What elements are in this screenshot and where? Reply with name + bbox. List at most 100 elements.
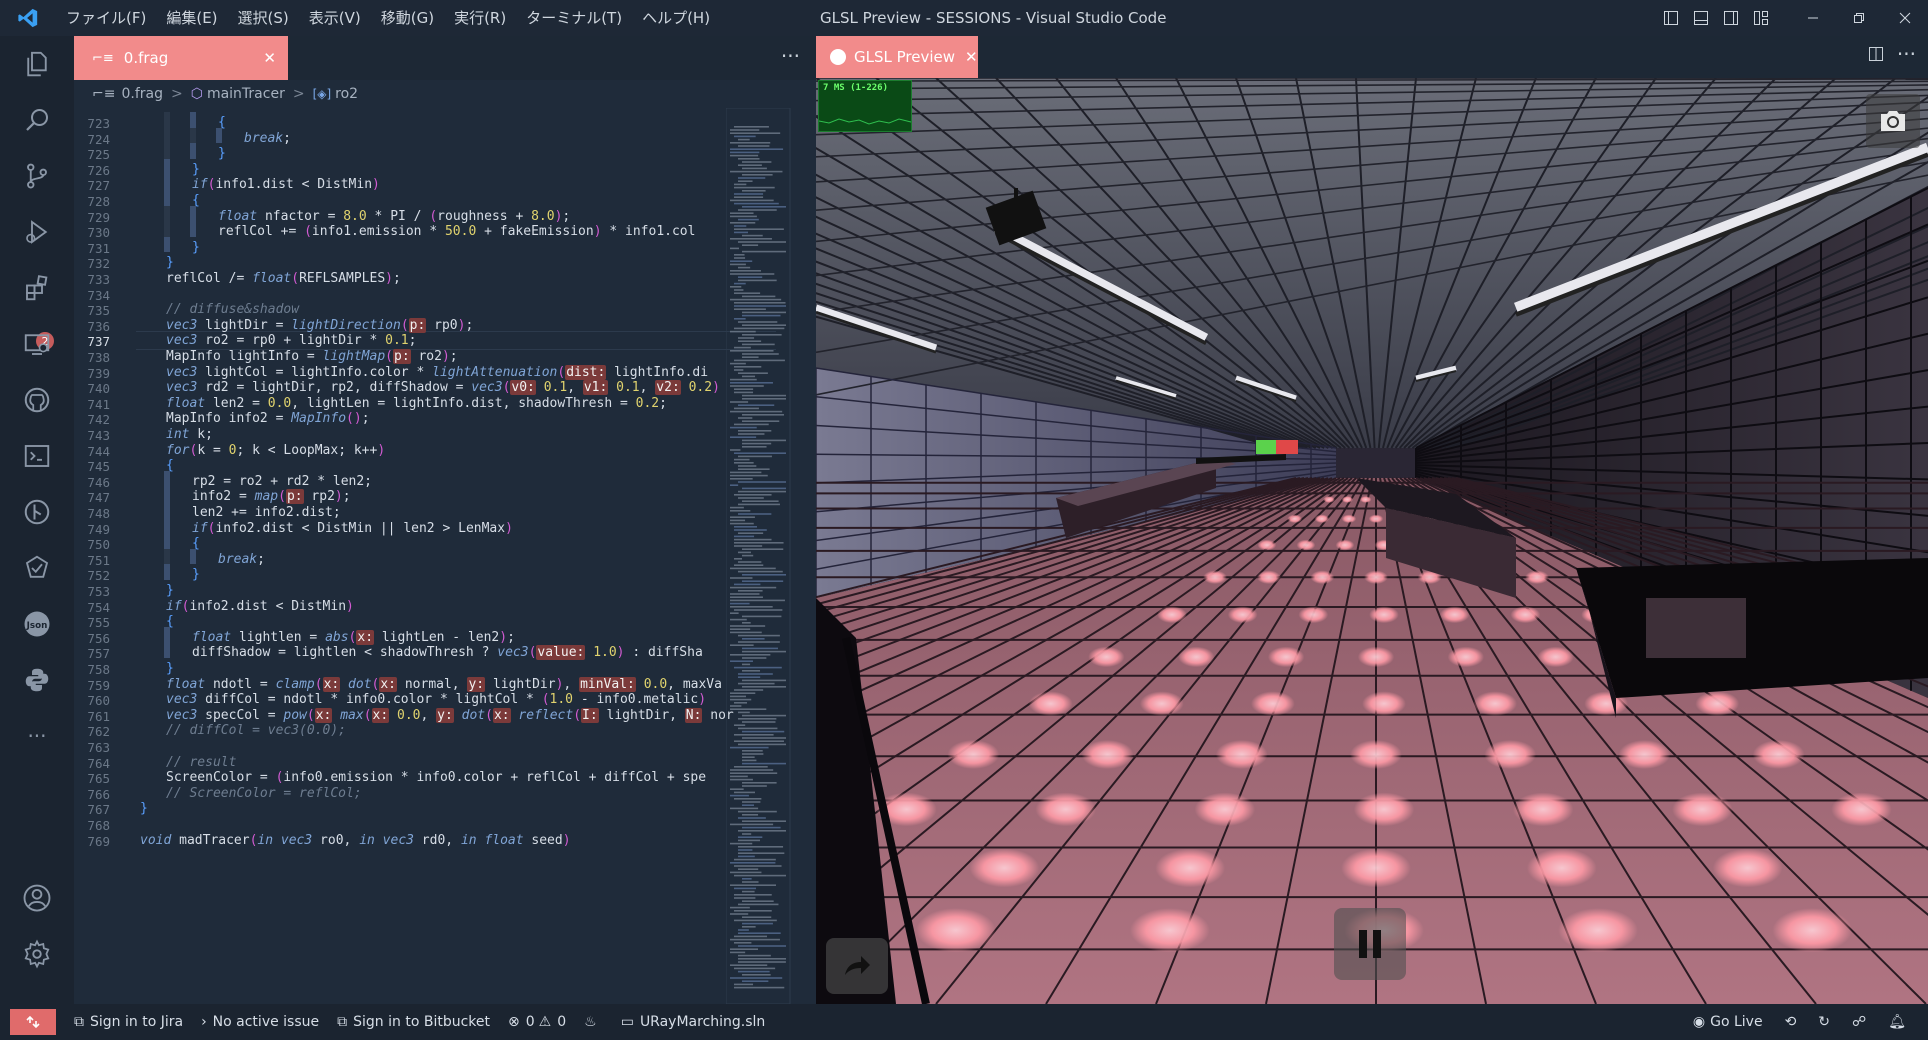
source-control-icon[interactable]: [0, 148, 74, 204]
close-preview-tab-icon[interactable]: ✕: [965, 48, 978, 66]
code-line[interactable]: if(info2.dist < DistMin): [166, 599, 354, 614]
code-line[interactable]: break;: [218, 552, 265, 567]
code-line[interactable]: float nfactor = 8.0 * PI / (roughness + …: [218, 209, 570, 224]
code-line[interactable]: // diffuse&shadow: [166, 302, 299, 317]
code-line[interactable]: reflCol /= float(REFLSAMPLES);: [166, 271, 401, 286]
breadcrumb-function[interactable]: mainTracer: [207, 86, 285, 102]
code-line[interactable]: }: [166, 661, 174, 676]
code-line[interactable]: vec3 lightDir = lightDirection(p: rp0);: [166, 317, 473, 333]
breadcrumb-variable[interactable]: ro2: [335, 86, 358, 102]
close-window-icon[interactable]: [1882, 0, 1928, 36]
preview-more-actions-icon[interactable]: ···: [1897, 42, 1916, 66]
github-icon[interactable]: [0, 372, 74, 428]
close-tab-icon[interactable]: ✕: [263, 49, 276, 67]
code-line[interactable]: }: [166, 583, 174, 598]
code-line[interactable]: for(k = 0; k < LoopMax; k++): [166, 443, 385, 458]
code-line[interactable]: info2 = map(p: rp2);: [192, 489, 351, 505]
bitbucket-status-item[interactable]: ⧉ Sign in to Bitbucket: [337, 1014, 490, 1030]
menu-item-3[interactable]: 表示(V): [299, 0, 371, 36]
menu-item-6[interactable]: ターミナル(T): [516, 0, 632, 36]
code-line[interactable]: rp2 = ro2 + rd2 * len2;: [192, 474, 372, 489]
code-line[interactable]: vec3 lightCol = lightInfo.color * lightA…: [166, 364, 708, 380]
share-button[interactable]: [826, 938, 888, 994]
settings-gear-icon[interactable]: [0, 926, 74, 982]
problems-status-item[interactable]: ⊗ 0 ⚠ 0: [508, 1014, 566, 1030]
line-number: 731: [87, 240, 110, 256]
toggle-secondary-sidebar-icon[interactable]: [1716, 0, 1746, 36]
issue-label: No active issue: [212, 1014, 320, 1030]
run-debug-icon[interactable]: [0, 204, 74, 260]
minimize-icon[interactable]: [1790, 0, 1836, 36]
code-line[interactable]: // diffCol = vec3(0.0);: [166, 723, 346, 738]
menu-item-1[interactable]: 編集(E): [156, 0, 227, 36]
notifications-bell-icon[interactable]: 🔔︎: [1888, 1014, 1906, 1030]
code-line[interactable]: }: [140, 801, 148, 816]
menu-item-7[interactable]: ヘルプ(H): [632, 0, 720, 36]
feedback-icon[interactable]: ☍: [1852, 1014, 1866, 1030]
toggle-primary-sidebar-icon[interactable]: [1656, 0, 1686, 36]
code-line[interactable]: // ScreenColor = reflCol;: [166, 786, 362, 801]
terminal-icon[interactable]: [0, 428, 74, 484]
code-line[interactable]: vec3 ro2 = rp0 + lightDir * 0.1;: [166, 333, 416, 348]
code-line[interactable]: vec3 diffCol = ndotl * info0.color * lig…: [166, 692, 706, 707]
search-icon[interactable]: [0, 92, 74, 148]
code-line[interactable]: float lightlen = abs(x: lightLen - len2)…: [192, 629, 515, 645]
screenshot-camera-icon[interactable]: [1866, 94, 1920, 148]
breadcrumb-file[interactable]: 0.frag: [121, 86, 163, 102]
git-graph-icon[interactable]: [0, 484, 74, 540]
testing-icon[interactable]: [0, 540, 74, 596]
code-line[interactable]: int k;: [166, 427, 213, 442]
code-line[interactable]: }: [166, 255, 174, 270]
split-editor-icon[interactable]: [1868, 46, 1884, 66]
code-line[interactable]: diffShadow = lightlen < shadowThresh ? v…: [192, 645, 703, 661]
issue-status-item[interactable]: › No active issue: [201, 1014, 319, 1030]
code-line[interactable]: len2 += info2.dist;: [192, 505, 341, 520]
sync-icon[interactable]: ↻: [1818, 1014, 1830, 1030]
menu-item-4[interactable]: 移動(G): [371, 0, 444, 36]
solution-status-item[interactable]: ▭ URayMarching.sln: [621, 1014, 766, 1030]
code-line[interactable]: if(info1.dist < DistMin): [192, 177, 380, 192]
code-line[interactable]: break;: [244, 131, 291, 146]
code-line[interactable]: // result: [166, 755, 236, 770]
toggle-panel-icon[interactable]: [1686, 0, 1716, 36]
code-line[interactable]: }: [192, 162, 200, 177]
code-line[interactable]: MapInfo lightInfo = lightMap(p: ro2);: [166, 349, 458, 364]
editor-more-actions-icon[interactable]: ···: [781, 44, 800, 68]
explorer-icon[interactable]: [0, 36, 74, 92]
flame-status-item[interactable]: ♨: [584, 1014, 603, 1030]
editor-tab-0-frag[interactable]: ⌐≡ 0.frag ✕: [74, 36, 288, 80]
code-area[interactable]: {break;}} if(info1.dist < DistMin){float …: [136, 108, 776, 1004]
code-line[interactable]: }: [192, 240, 200, 255]
code-line[interactable]: void madTracer(in vec3 ro0, in vec3 rd0,…: [140, 833, 571, 848]
minimap[interactable]: [725, 107, 816, 1005]
menu-item-5[interactable]: 実行(R): [444, 0, 516, 36]
restore-icon[interactable]: [1836, 0, 1882, 36]
pause-button[interactable]: [1334, 908, 1406, 980]
live-share-icon[interactable]: ⟲: [1785, 1014, 1797, 1030]
go-live-status-item[interactable]: ◉ Go Live: [1693, 1014, 1763, 1030]
menu-item-2[interactable]: 選択(S): [228, 0, 299, 36]
code-line[interactable]: reflCol += (info1.emission * 50.0 + fake…: [218, 224, 695, 239]
shader-render-canvas[interactable]: 7 MS (1-226): [816, 78, 1928, 1004]
json-icon[interactable]: Json: [0, 596, 74, 652]
account-icon[interactable]: [0, 870, 74, 926]
customize-layout-icon[interactable]: [1746, 0, 1776, 36]
code-line[interactable]: }: [218, 146, 226, 161]
code-line[interactable]: vec3 rd2 = lightDir, rp2, diffShadow = v…: [166, 380, 720, 396]
code-line[interactable]: }: [192, 567, 200, 582]
code-line[interactable]: if(info2.dist < DistMin || len2 > LenMax…: [192, 521, 513, 536]
python-icon[interactable]: [0, 652, 74, 708]
remote-indicator-icon[interactable]: [10, 1009, 56, 1035]
more-icon[interactable]: ···: [0, 708, 74, 764]
code-line[interactable]: MapInfo info2 = MapInfo();: [166, 411, 370, 426]
code-line[interactable]: vec3 specCol = pow(x: max(x: 0.0, y: dot…: [166, 707, 734, 723]
code-line[interactable]: float ndotl = clamp(x: dot(x: normal, y:…: [166, 676, 722, 692]
extensions-icon[interactable]: [0, 260, 74, 316]
menu-item-0[interactable]: ファイル(F): [56, 0, 156, 36]
jira-status-item[interactable]: ⧉ Sign in to Jira: [74, 1014, 183, 1030]
remote-explorer-icon[interactable]: [0, 316, 74, 372]
indent-guide: [190, 221, 196, 237]
code-line[interactable]: float len2 = 0.0, lightLen = lightInfo.d…: [166, 396, 667, 411]
code-line[interactable]: ScreenColor = (info0.emission * info0.co…: [166, 770, 706, 785]
preview-tab[interactable]: GLSL Preview ✕: [816, 36, 978, 78]
